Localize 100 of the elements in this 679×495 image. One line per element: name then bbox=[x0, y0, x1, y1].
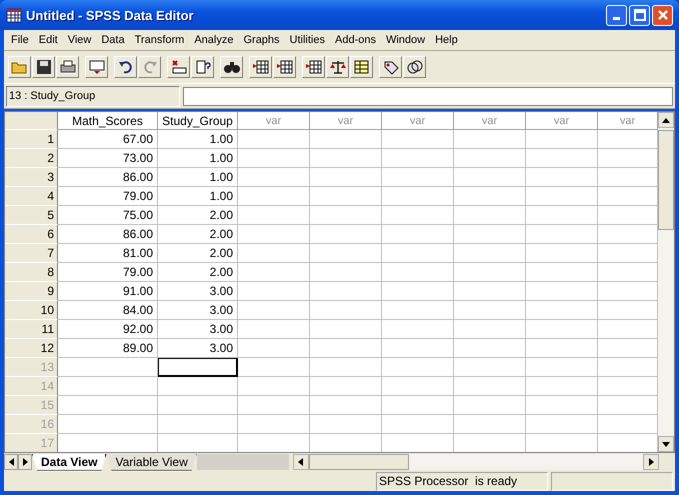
undo-button[interactable] bbox=[114, 56, 137, 78]
row-number[interactable]: 7 bbox=[5, 244, 58, 263]
table-cell[interactable]: 89.00 bbox=[58, 339, 158, 358]
table-cell[interactable]: 3.00 bbox=[158, 282, 238, 301]
split-file-button[interactable] bbox=[302, 56, 325, 78]
tab-scroll-left-button[interactable] bbox=[4, 454, 18, 470]
value-labels-button[interactable] bbox=[379, 56, 402, 78]
row-number[interactable]: 11 bbox=[5, 320, 58, 339]
sheet-tab[interactable]: Data View bbox=[32, 454, 106, 470]
scroll-right-button[interactable] bbox=[643, 454, 659, 470]
table-cell[interactable]: 2.00 bbox=[158, 263, 238, 282]
minimize-icon bbox=[613, 17, 620, 20]
row-number[interactable]: 3 bbox=[5, 168, 58, 187]
table-cell[interactable]: 86.00 bbox=[58, 225, 158, 244]
table-cell[interactable]: 3.00 bbox=[158, 320, 238, 339]
table-cell[interactable]: 67.00 bbox=[58, 130, 158, 149]
scales-button[interactable] bbox=[326, 56, 349, 78]
column-header[interactable]: Study_Group bbox=[158, 112, 238, 130]
table-cell[interactable]: 81.00 bbox=[58, 244, 158, 263]
tab-scroll-right-button[interactable] bbox=[18, 454, 32, 470]
left-arrow-icon bbox=[8, 458, 14, 466]
menu-item[interactable]: Utilities bbox=[284, 34, 330, 46]
row-number[interactable]: 8 bbox=[5, 263, 58, 282]
menu-item[interactable]: View bbox=[62, 34, 96, 46]
insert-variable-icon bbox=[276, 59, 294, 75]
horizontal-scrollbar[interactable] bbox=[292, 454, 659, 470]
up-arrow-icon bbox=[662, 118, 670, 122]
folder-button[interactable] bbox=[8, 56, 31, 78]
go-to-case-button[interactable] bbox=[167, 56, 190, 78]
table-cell[interactable]: 1.00 bbox=[158, 130, 238, 149]
right-arrow-icon bbox=[22, 458, 28, 466]
scroll-down-button[interactable] bbox=[658, 436, 674, 452]
table-cell[interactable]: 1.00 bbox=[158, 149, 238, 168]
menu-item[interactable]: Graphs bbox=[238, 34, 285, 46]
binoculars-button[interactable] bbox=[220, 56, 243, 78]
variables-icon bbox=[194, 59, 212, 75]
insert-case-icon bbox=[252, 59, 270, 75]
table-cell[interactable] bbox=[158, 358, 238, 377]
table-cell[interactable]: 3.00 bbox=[158, 339, 238, 358]
insert-variable-button[interactable] bbox=[273, 56, 296, 78]
scales-icon bbox=[328, 59, 346, 75]
menu-item[interactable]: Window bbox=[380, 34, 430, 46]
scroll-thumb[interactable] bbox=[658, 130, 674, 230]
variables-button[interactable] bbox=[191, 56, 214, 78]
table-cell[interactable]: 2.00 bbox=[158, 244, 238, 263]
printer-icon bbox=[58, 59, 76, 75]
left-arrow-icon bbox=[298, 458, 304, 466]
menu-item[interactable]: File bbox=[6, 34, 34, 46]
menu-item[interactable]: Data bbox=[96, 34, 130, 46]
table-cell[interactable]: 79.00 bbox=[58, 263, 158, 282]
minimize-button[interactable] bbox=[606, 4, 627, 26]
scroll-left-button[interactable] bbox=[292, 454, 309, 470]
maximize-icon bbox=[634, 9, 646, 21]
insert-case-button[interactable] bbox=[249, 56, 272, 78]
sheet-tab[interactable]: Variable View bbox=[106, 454, 197, 470]
table-cell[interactable]: 92.00 bbox=[58, 320, 158, 339]
table-cell[interactable]: 1.00 bbox=[158, 168, 238, 187]
cell-editor-field[interactable] bbox=[183, 86, 673, 106]
table-cell[interactable]: 1.00 bbox=[158, 187, 238, 206]
grid-icon bbox=[6, 7, 22, 23]
dialog-button[interactable] bbox=[85, 56, 108, 78]
table-cell[interactable]: 3.00 bbox=[158, 301, 238, 320]
sets-button[interactable] bbox=[403, 56, 426, 78]
row-number[interactable]: 2 bbox=[5, 149, 58, 168]
table-cell[interactable]: 75.00 bbox=[58, 206, 158, 225]
printer-button[interactable] bbox=[56, 56, 79, 78]
redo-button[interactable] bbox=[138, 56, 161, 78]
table-cell[interactable]: 91.00 bbox=[58, 282, 158, 301]
binoculars-icon bbox=[222, 59, 240, 75]
table-cell[interactable]: 2.00 bbox=[158, 206, 238, 225]
table-cell[interactable]: 84.00 bbox=[58, 301, 158, 320]
table-cell[interactable]: 73.00 bbox=[58, 149, 158, 168]
row-number[interactable]: 10 bbox=[5, 301, 58, 320]
close-icon bbox=[656, 9, 668, 21]
window-title: Untitled - SPSS Data Editor bbox=[26, 8, 195, 22]
menu-item[interactable]: Add-ons bbox=[330, 34, 381, 46]
row-number[interactable]: 6 bbox=[5, 225, 58, 244]
menu-item[interactable]: Edit bbox=[34, 34, 63, 46]
row-number[interactable]: 5 bbox=[5, 206, 58, 225]
vertical-scrollbar[interactable] bbox=[658, 112, 674, 452]
table-cell[interactable]: 86.00 bbox=[58, 168, 158, 187]
menu-item[interactable]: Analyze bbox=[189, 34, 238, 46]
close-button[interactable] bbox=[652, 4, 673, 26]
floppy-disk-button[interactable] bbox=[32, 56, 55, 78]
scroll-up-button[interactable] bbox=[658, 112, 674, 128]
dialog-icon bbox=[88, 59, 106, 75]
maximize-button[interactable] bbox=[629, 4, 650, 26]
right-arrow-icon bbox=[648, 458, 654, 466]
row-number[interactable]: 4 bbox=[5, 187, 58, 206]
scroll-thumb[interactable] bbox=[308, 454, 409, 470]
table-cell[interactable]: 2.00 bbox=[158, 225, 238, 244]
row-number[interactable]: 9 bbox=[5, 282, 58, 301]
row-number[interactable]: 1 bbox=[5, 130, 58, 149]
menu-item[interactable]: Help bbox=[430, 34, 463, 46]
select-cases-button[interactable] bbox=[350, 56, 373, 78]
row-number[interactable]: 12 bbox=[5, 339, 58, 358]
menu-item[interactable]: Transform bbox=[130, 34, 190, 46]
table-cell[interactable]: 79.00 bbox=[58, 187, 158, 206]
down-arrow-icon bbox=[662, 442, 670, 446]
column-header[interactable]: Math_Scores bbox=[58, 112, 158, 130]
